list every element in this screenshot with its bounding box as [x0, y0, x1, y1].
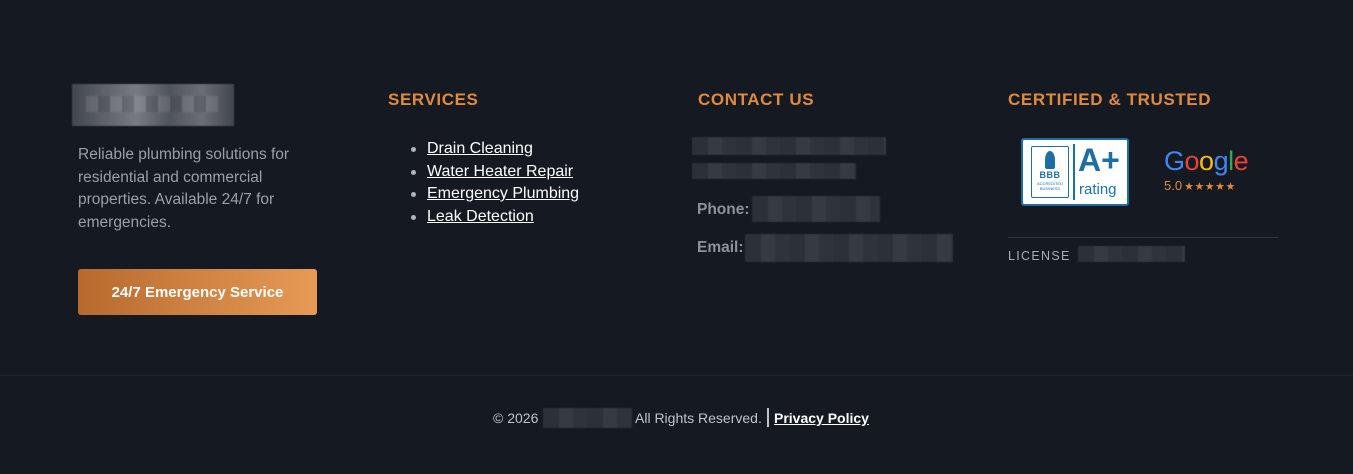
license-number-redacted	[1078, 246, 1185, 262]
bbb-rating-word: rating	[1079, 181, 1117, 198]
google-letter: o	[1184, 146, 1200, 176]
list-item: Leak Detection	[410, 206, 579, 229]
email-value-redacted[interactable]	[745, 234, 953, 262]
service-link-emergency-plumbing[interactable]: Emergency Plumbing	[427, 185, 579, 202]
bbb-accredited-text: ACCREDITED BUSINESS	[1036, 181, 1063, 191]
google-letter: o	[1199, 146, 1214, 176]
google-logo: G o o g l e	[1164, 146, 1256, 176]
brand-tagline: Reliable plumbing solutions for resident…	[78, 146, 290, 231]
bbb-seal-text: BBB	[1039, 170, 1061, 180]
google-rating-badge[interactable]: G o o g l e 5.0 ★★★★★	[1164, 146, 1256, 196]
services-list: Drain Cleaning Water Heater Repair Emerg…	[410, 138, 579, 228]
brand-logo-redacted[interactable]	[72, 84, 234, 126]
bbb-seal-icon: BBB ACCREDITED BUSINESS	[1031, 146, 1069, 198]
service-link-drain-cleaning[interactable]: Drain Cleaning	[427, 140, 533, 157]
rights-text: All Rights Reserved.	[635, 410, 762, 426]
address-line-2-redacted	[692, 163, 856, 179]
privacy-policy-link[interactable]: Privacy Policy	[774, 410, 869, 426]
google-score: 5.0	[1164, 178, 1183, 193]
certified-heading: CERTIFIED & TRUSTED	[1008, 90, 1212, 109]
phone-label: Phone:	[697, 201, 750, 218]
google-letter: e	[1233, 146, 1249, 176]
bbb-rating-badge[interactable]: BBB ACCREDITED BUSINESS A+ rating	[1021, 138, 1129, 206]
bbb-divider	[1073, 144, 1075, 200]
bottom-divider	[0, 375, 1353, 376]
bbb-grade: A+	[1078, 142, 1120, 178]
services-heading: SERVICES	[388, 90, 479, 109]
copyright-text: © 2026	[493, 410, 539, 426]
service-link-leak-detection[interactable]: Leak Detection	[427, 208, 534, 225]
list-item: Drain Cleaning	[410, 138, 579, 161]
contact-heading: CONTACT US	[698, 90, 815, 109]
emergency-service-button[interactable]: 24/7 Emergency Service	[78, 269, 317, 315]
phone-value-redacted[interactable]	[752, 196, 880, 222]
site-footer: Reliable plumbing solutions for resident…	[0, 0, 1353, 474]
google-letter: g	[1213, 146, 1229, 176]
certified-divider	[1008, 237, 1278, 238]
company-name-redacted	[543, 408, 632, 428]
address-line-1-redacted	[692, 137, 886, 155]
google-letter: G	[1164, 146, 1185, 176]
separator	[767, 408, 769, 427]
bbb-torch-icon	[1045, 151, 1055, 169]
google-rating: 5.0 ★★★★★	[1164, 178, 1256, 193]
list-item: Water Heater Repair	[410, 161, 579, 184]
star-rating-icon: ★★★★★	[1184, 181, 1236, 193]
email-label: Email:	[697, 239, 744, 256]
service-link-water-heater-repair[interactable]: Water Heater Repair	[427, 163, 573, 180]
license-label: LICENSE	[1008, 249, 1071, 263]
list-item: Emergency Plumbing	[410, 183, 579, 206]
